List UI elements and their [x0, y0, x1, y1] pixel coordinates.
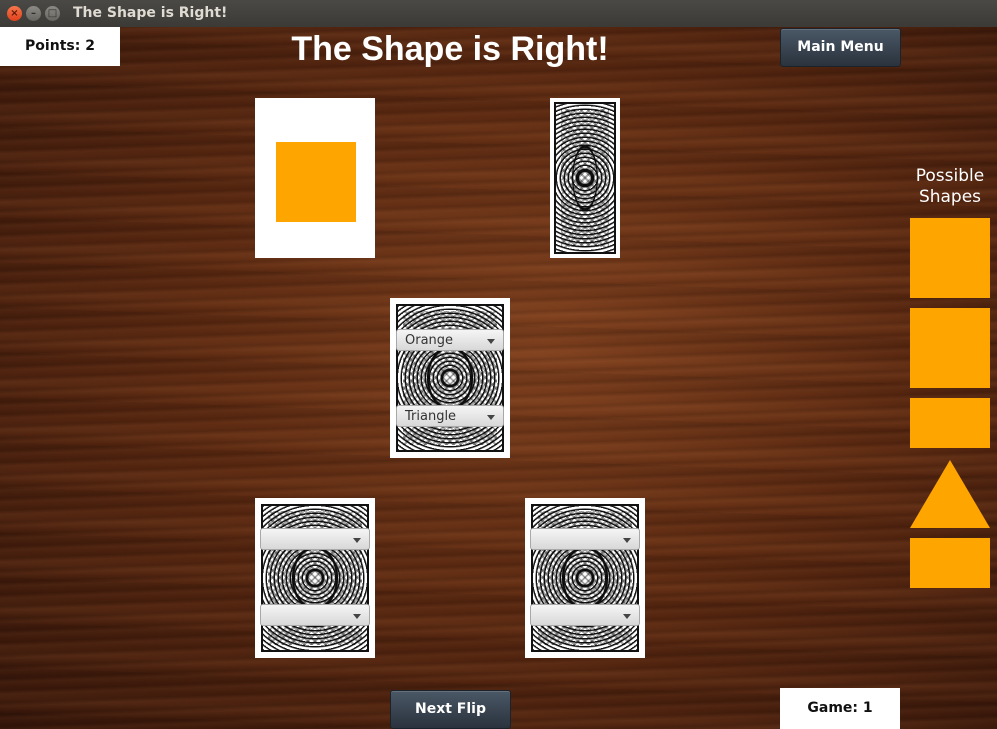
rectangle-shape-icon [910, 538, 990, 588]
bottom-left-card[interactable] [255, 498, 375, 658]
center-guess-card[interactable]: Orange Triangle [390, 298, 510, 458]
bottom-right-card[interactable] [525, 498, 645, 658]
chevron-down-icon [487, 415, 495, 420]
color-select-value: Orange [405, 333, 454, 348]
game-title: The Shape is Right! [291, 30, 609, 68]
shape-select[interactable] [530, 604, 640, 626]
card-back-pattern [531, 504, 639, 652]
minimize-icon[interactable]: – [26, 6, 41, 21]
chevron-down-icon [353, 538, 361, 543]
window-titlebar: × – □ The Shape is Right! [0, 0, 997, 27]
square-shape-icon [910, 218, 990, 298]
card-back-pattern [396, 304, 504, 452]
possible-shapes-title-line2: Shapes [918, 187, 982, 207]
face-down-card[interactable] [550, 98, 620, 258]
maximize-icon[interactable]: □ [45, 6, 60, 21]
color-select[interactable] [260, 528, 370, 550]
chevron-down-icon [487, 339, 495, 344]
game-counter: Game: 1 [780, 688, 900, 729]
card-back-pattern [554, 102, 616, 254]
possible-shapes-title: Possible Shapes [905, 166, 995, 208]
main-menu-button[interactable]: Main Menu [780, 28, 901, 67]
card-back-pattern [261, 504, 369, 652]
window-title: The Shape is Right! [73, 5, 228, 21]
next-flip-button[interactable]: Next Flip [390, 690, 511, 729]
color-select[interactable]: Orange [396, 329, 504, 351]
shape-select[interactable]: Triangle [396, 405, 504, 427]
chevron-down-icon [623, 614, 631, 619]
chevron-down-icon [353, 614, 361, 619]
rectangle-shape-icon [910, 398, 990, 448]
possible-shapes-title-line1: Possible [915, 166, 985, 186]
chevron-down-icon [623, 538, 631, 543]
color-select[interactable] [530, 528, 640, 550]
triangle-shape-icon [910, 460, 990, 528]
close-icon[interactable]: × [7, 6, 22, 21]
square-shape-icon [910, 308, 990, 388]
points-counter: Points: 2 [0, 27, 120, 66]
window-controls: × – □ [7, 6, 60, 21]
revealed-card [255, 98, 375, 258]
shape-select-value: Triangle [405, 409, 457, 424]
revealed-square-shape [276, 142, 356, 222]
shape-select[interactable] [260, 604, 370, 626]
